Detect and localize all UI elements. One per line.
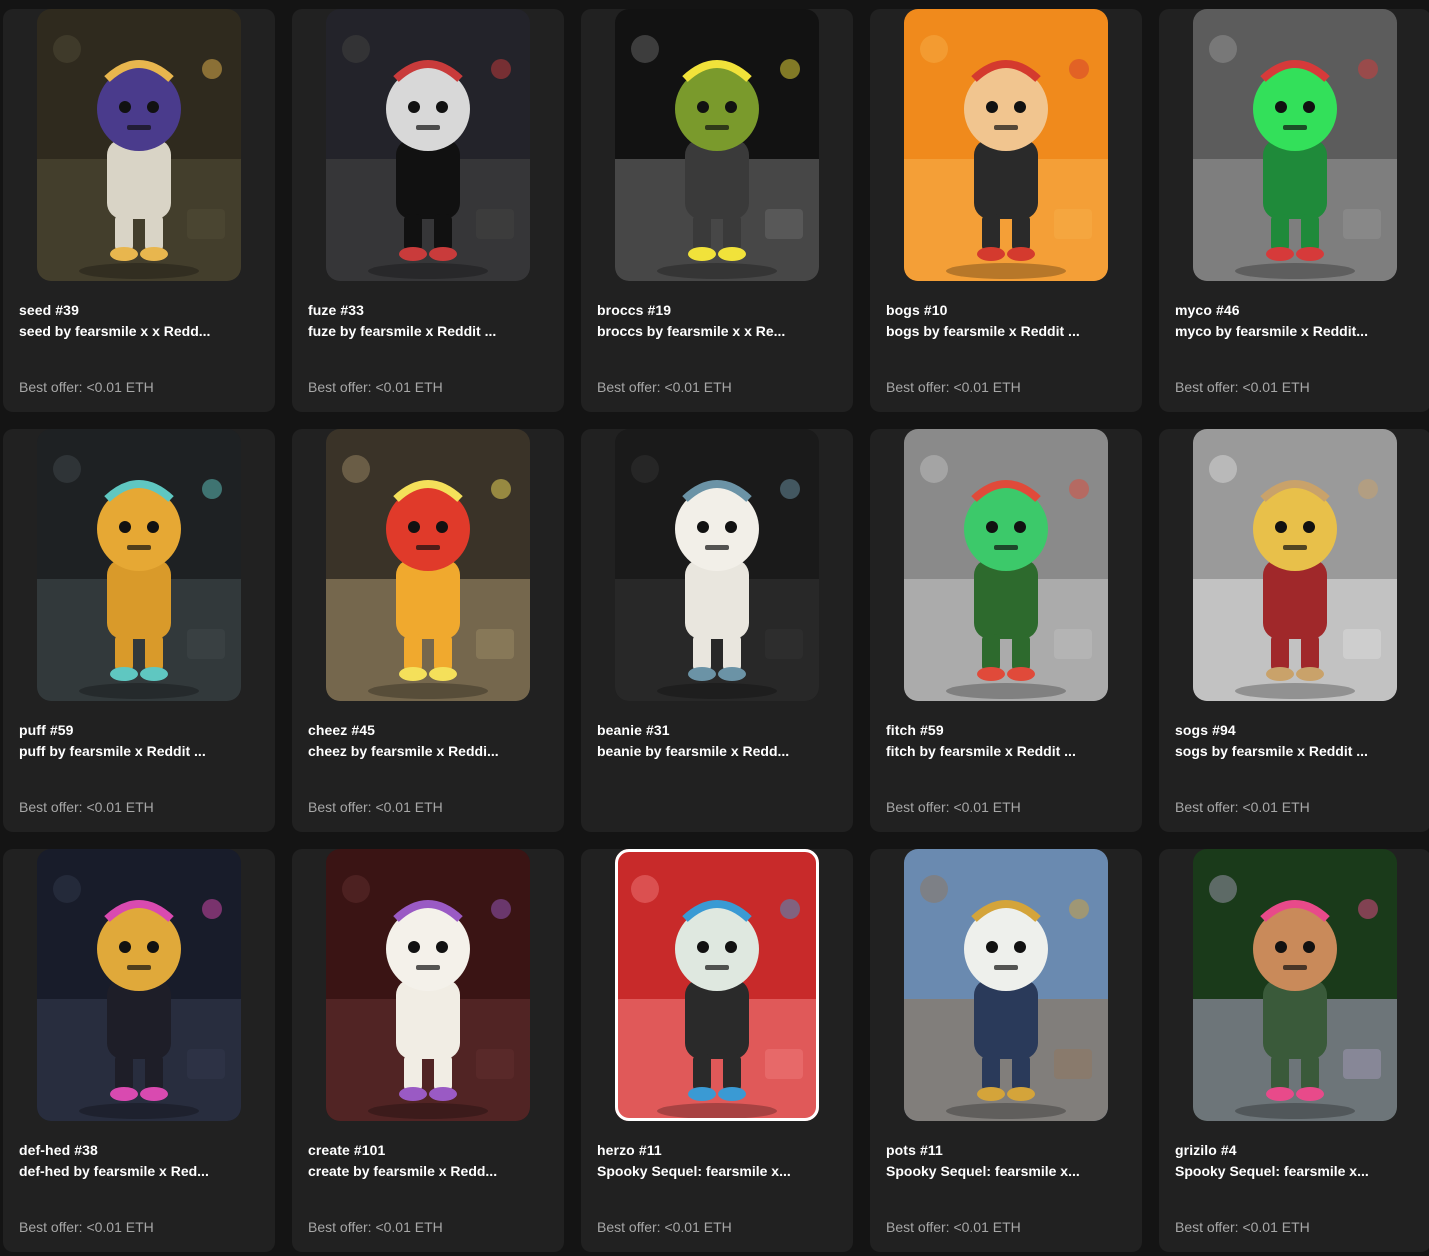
best-offer-label: Best offer: <0.01 ETH	[19, 379, 154, 395]
nft-title[interactable]: pots #11	[886, 1142, 943, 1158]
best-offer-label: Best offer: <0.01 ETH	[308, 379, 443, 395]
nft-artwork-image[interactable]	[615, 849, 819, 1121]
best-offer-label: Best offer: <0.01 ETH	[19, 1219, 154, 1235]
nft-card[interactable]: cheez #45 cheez by fearsmile x Reddi... Be…	[292, 429, 564, 832]
nft-title[interactable]: fuze #33	[308, 302, 364, 318]
nft-collection-name[interactable]: def-hed by fearsmile x Red...	[19, 1163, 224, 1179]
nft-collection-name[interactable]: Spooky Sequel: fearsmile x...	[1175, 1163, 1380, 1179]
nft-artwork-image[interactable]	[1193, 429, 1397, 701]
nft-title[interactable]: myco #46	[1175, 302, 1240, 318]
nft-artwork-image[interactable]	[615, 429, 819, 701]
nft-artwork-image[interactable]	[326, 9, 530, 281]
best-offer-label: Best offer: <0.01 ETH	[1175, 799, 1310, 815]
nft-collection-name[interactable]: bogs by fearsmile x Reddit ...	[886, 323, 1091, 339]
nft-collection-name[interactable]: Spooky Sequel: fearsmile x...	[597, 1163, 802, 1179]
nft-card[interactable]: fuze #33 fuze by fearsmile x Reddit ... Be…	[292, 9, 564, 412]
nft-collection-name[interactable]: sogs by fearsmile x Reddit ...	[1175, 743, 1380, 759]
best-offer-label: Best offer: <0.01 ETH	[308, 799, 443, 815]
nft-title[interactable]: def-hed #38	[19, 1142, 98, 1158]
nft-card[interactable]: broccs #19 broccs by fearsmile x x Re... B…	[581, 9, 853, 412]
nft-card[interactable]: beanie #31 beanie by fearsmile x Redd...	[581, 429, 853, 832]
nft-grid: seed #39 seed by fearsmile x x Redd... Bes…	[0, 0, 1429, 1252]
nft-artwork-image[interactable]	[37, 429, 241, 701]
nft-card[interactable]: herzo #11 Spooky Sequel: fearsmile x... Be…	[581, 849, 853, 1252]
nft-title[interactable]: bogs #10	[886, 302, 948, 318]
nft-card[interactable]: myco #46 myco by fearsmile x Reddit... Bes…	[1159, 9, 1429, 412]
nft-card[interactable]: fitch #59 fitch by fearsmile x Reddit ...…	[870, 429, 1142, 832]
nft-artwork-image[interactable]	[37, 849, 241, 1121]
nft-title[interactable]: seed #39	[19, 302, 79, 318]
nft-artwork-image[interactable]	[1193, 9, 1397, 281]
nft-title[interactable]: herzo #11	[597, 1142, 662, 1158]
best-offer-label: Best offer: <0.01 ETH	[1175, 1219, 1310, 1235]
nft-card[interactable]: seed #39 seed by fearsmile x x Redd... Bes…	[3, 9, 275, 412]
best-offer-label: Best offer: <0.01 ETH	[597, 379, 732, 395]
nft-title[interactable]: beanie #31	[597, 722, 670, 738]
nft-artwork-image[interactable]	[326, 849, 530, 1121]
nft-artwork-image[interactable]	[904, 429, 1108, 701]
nft-collection-name[interactable]: puff by fearsmile x Reddit ...	[19, 743, 224, 759]
nft-collection-name[interactable]: fuze by fearsmile x Reddit ...	[308, 323, 513, 339]
nft-artwork-image[interactable]	[615, 9, 819, 281]
nft-collection-name[interactable]: create by fearsmile x Redd...	[308, 1163, 513, 1179]
nft-title[interactable]: create #101	[308, 1142, 385, 1158]
nft-artwork-image[interactable]	[904, 9, 1108, 281]
nft-collection-name[interactable]: myco by fearsmile x Reddit...	[1175, 323, 1380, 339]
nft-title[interactable]: sogs #94	[1175, 722, 1236, 738]
nft-artwork-image[interactable]	[904, 849, 1108, 1121]
nft-card[interactable]: pots #11 Spooky Sequel: fearsmile x... Bes…	[870, 849, 1142, 1252]
nft-card[interactable]: puff #59 puff by fearsmile x Reddit ... Be…	[3, 429, 275, 832]
nft-collection-name[interactable]: broccs by fearsmile x x Re...	[597, 323, 802, 339]
nft-artwork-image[interactable]	[326, 429, 530, 701]
nft-artwork-image[interactable]	[1193, 849, 1397, 1121]
nft-title[interactable]: cheez #45	[308, 722, 375, 738]
best-offer-label: Best offer: <0.01 ETH	[886, 799, 1021, 815]
nft-artwork-image[interactable]	[37, 9, 241, 281]
nft-collection-name[interactable]: Spooky Sequel: fearsmile x...	[886, 1163, 1091, 1179]
nft-collection-name[interactable]: cheez by fearsmile x Reddi...	[308, 743, 513, 759]
best-offer-label: Best offer: <0.01 ETH	[886, 1219, 1021, 1235]
best-offer-label: Best offer: <0.01 ETH	[1175, 379, 1310, 395]
best-offer-label: Best offer: <0.01 ETH	[886, 379, 1021, 395]
best-offer-label: Best offer: <0.01 ETH	[597, 1219, 732, 1235]
nft-collection-name[interactable]: fitch by fearsmile x Reddit ...	[886, 743, 1091, 759]
best-offer-label: Best offer: <0.01 ETH	[19, 799, 154, 815]
nft-card[interactable]: bogs #10 bogs by fearsmile x Reddit ... Be…	[870, 9, 1142, 412]
nft-card[interactable]: create #101 create by fearsmile x Redd...…	[292, 849, 564, 1252]
nft-title[interactable]: grizilo #4	[1175, 1142, 1237, 1158]
nft-collection-name[interactable]: beanie by fearsmile x Redd...	[597, 743, 802, 759]
nft-title[interactable]: broccs #19	[597, 302, 671, 318]
best-offer-label: Best offer: <0.01 ETH	[308, 1219, 443, 1235]
nft-title[interactable]: puff #59	[19, 722, 73, 738]
nft-title[interactable]: fitch #59	[886, 722, 944, 738]
nft-card[interactable]: grizilo #4 Spooky Sequel: fearsmile x... B…	[1159, 849, 1429, 1252]
nft-collection-name[interactable]: seed by fearsmile x x Redd...	[19, 323, 224, 339]
nft-card[interactable]: def-hed #38 def-hed by fearsmile x Red...…	[3, 849, 275, 1252]
nft-card[interactable]: sogs #94 sogs by fearsmile x Reddit ... Be…	[1159, 429, 1429, 832]
